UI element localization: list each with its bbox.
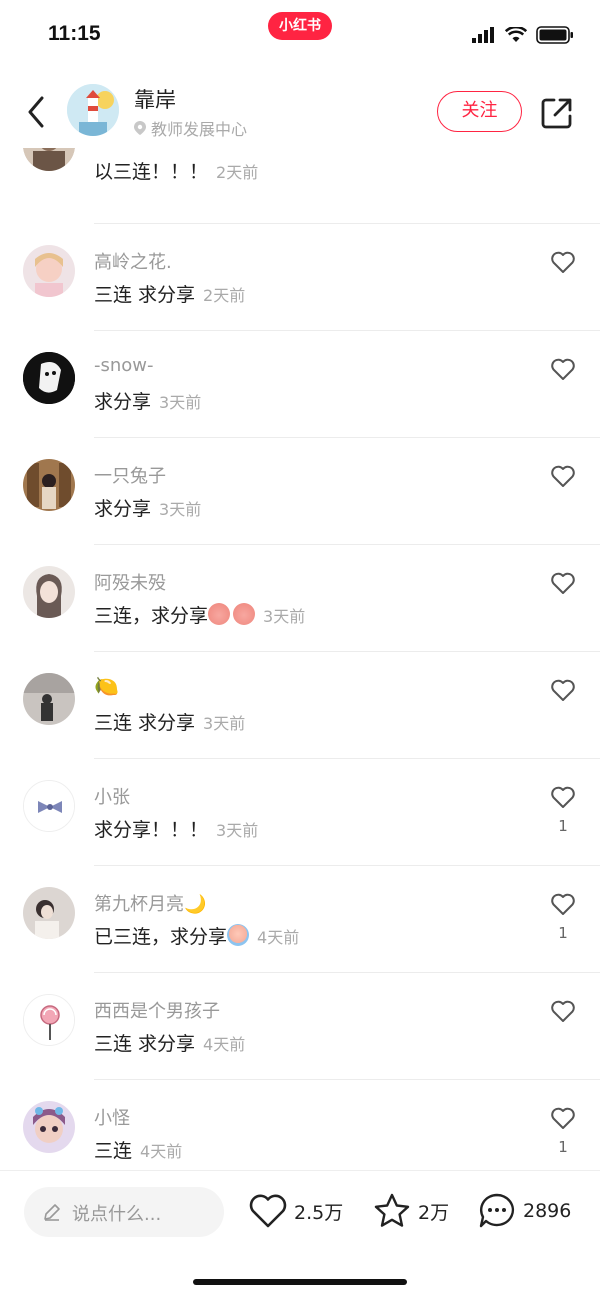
share-icon[interactable]	[540, 96, 574, 130]
heart-icon[interactable]	[550, 357, 576, 381]
commenter-avatar[interactable]	[23, 887, 75, 939]
location-label: 教师发展中心	[151, 120, 248, 139]
comment-time: 2天前	[216, 163, 259, 182]
crying-emoji-icon	[233, 603, 256, 625]
comment-time: 3天前	[216, 821, 259, 840]
heart-icon[interactable]	[550, 250, 576, 274]
comment-item: •• 以三连！！！2天前	[0, 148, 600, 224]
comment-time: 3天前	[263, 607, 306, 626]
author-location: 教师发展中心	[134, 116, 247, 140]
commenter-avatar[interactable]	[23, 994, 75, 1046]
comment-input-placeholder: 说点什么...	[72, 1204, 162, 1225]
comment-item: 高岭之花. 三连 求分享 2天前	[0, 224, 600, 331]
comment-time: 3天前	[159, 500, 202, 519]
commenter-avatar[interactable]	[23, 148, 75, 171]
commenter-avatar[interactable]	[23, 245, 75, 297]
heart-icon[interactable]	[550, 571, 576, 595]
commenter-name[interactable]: 🍋	[94, 674, 119, 698]
comment-item: 小张 求分享！！！ 3天前 1	[0, 759, 600, 866]
heart-icon[interactable]	[550, 785, 576, 809]
comment-text[interactable]: 三连 求分享 4天前	[94, 1029, 245, 1056]
comment-text[interactable]: 求分享！！！ 3天前	[94, 815, 258, 842]
commenter-name[interactable]: 西西是个男孩子	[94, 997, 220, 1023]
back-icon[interactable]	[22, 92, 52, 132]
comment-text[interactable]: 已三连，求分享 4天前	[94, 922, 299, 949]
comment-text[interactable]: 三连 4天前	[94, 1136, 182, 1163]
author-name[interactable]: 靠岸	[134, 84, 176, 114]
location-icon	[134, 121, 146, 135]
comment-count: 2896	[523, 1200, 572, 1222]
comment-item: 小怪 三连 4天前 1	[0, 1080, 600, 1170]
commenter-name[interactable]: -snow-	[94, 355, 154, 376]
commenter-name[interactable]: 第九杯月亮🌙	[94, 890, 206, 916]
comment-input[interactable]: 说点什么...	[24, 1187, 224, 1237]
commenter-name[interactable]: 小怪	[94, 1104, 130, 1130]
crying-emoji-icon	[208, 603, 231, 625]
heart-icon[interactable]	[550, 999, 576, 1023]
like-count: 1	[558, 924, 568, 942]
comment-time: 4天前	[203, 1035, 246, 1054]
commenter-avatar[interactable]	[23, 566, 75, 618]
status-bar: 11:15 小红书	[0, 0, 600, 72]
comment-text[interactable]: 三连 求分享 2天前	[94, 280, 245, 307]
comment-time: 4天前	[140, 1142, 183, 1161]
comment-button[interactable]: 2896	[477, 1191, 571, 1231]
comment-list[interactable]: •• 以三连！！！2天前 高岭之花. 三连 求分享2天前 -snow- 求分享3…	[0, 148, 600, 1170]
commenter-name[interactable]: 阿殁未殁	[94, 569, 166, 595]
commenter-avatar[interactable]	[23, 673, 75, 725]
comment-time: 3天前	[203, 714, 246, 733]
collect-count: 2万	[418, 1201, 450, 1224]
collect-button[interactable]: 2万	[372, 1191, 449, 1231]
like-count: 1	[558, 817, 568, 835]
status-icons	[472, 26, 574, 44]
like-count: 1	[558, 1138, 568, 1156]
commenter-avatar[interactable]	[23, 459, 75, 511]
comment-item: 阿殁未殁 三连，求分享 3天前	[0, 545, 600, 652]
comment-text[interactable]: 以三连！！！ 2天前	[94, 157, 258, 184]
sweat-emoji-icon	[227, 924, 250, 946]
app-badge: 小红书	[268, 12, 332, 40]
heart-icon[interactable]	[550, 1106, 576, 1130]
bottom-action-bar: 说点什么... 2.5万 2万 2896	[0, 1170, 600, 1298]
comment-item: -snow- 求分享 3天前	[0, 331, 600, 438]
commenter-avatar[interactable]	[23, 352, 75, 404]
follow-button[interactable]: 关注	[437, 91, 522, 132]
like-count: 2.5万	[294, 1201, 344, 1224]
heart-icon	[249, 1194, 287, 1228]
comment-item: 🍋 三连 求分享 3天前	[0, 652, 600, 759]
commenter-name[interactable]: 一只兔子	[94, 462, 166, 488]
home-indicator[interactable]	[193, 1279, 407, 1285]
comment-item: 第九杯月亮🌙 已三连，求分享 4天前 1	[0, 866, 600, 973]
heart-icon[interactable]	[550, 892, 576, 916]
heart-icon[interactable]	[550, 464, 576, 488]
comment-time: 3天前	[159, 393, 202, 412]
comment-text[interactable]: 求分享 3天前	[94, 494, 201, 521]
commenter-avatar[interactable]	[23, 780, 75, 832]
comment-text[interactable]: 三连 求分享 3天前	[94, 708, 245, 735]
commenter-name[interactable]: 高岭之花.	[94, 248, 172, 274]
battery-icon	[536, 26, 573, 44]
comment-time: 4天前	[257, 928, 300, 947]
pen-icon	[44, 1204, 60, 1221]
author-avatar[interactable]	[67, 84, 119, 136]
comment-item: 西西是个男孩子 三连 求分享 4天前	[0, 973, 600, 1080]
commenter-name[interactable]: 小张	[94, 783, 130, 809]
status-time: 11:15	[48, 22, 101, 45]
comment-icon	[479, 1193, 515, 1228]
signal-icon	[472, 27, 494, 43]
comment-item: 一只兔子 求分享 3天前	[0, 438, 600, 545]
heart-icon[interactable]	[550, 678, 576, 702]
note-header: 靠岸 教师发展中心 关注	[0, 80, 600, 144]
star-icon	[374, 1193, 410, 1227]
comment-time: 2天前	[203, 286, 246, 305]
like-button[interactable]: 2.5万	[248, 1191, 343, 1231]
wifi-icon	[505, 27, 527, 42]
comment-text[interactable]: 三连，求分享 3天前	[94, 601, 305, 628]
comment-text[interactable]: 求分享 3天前	[94, 387, 201, 414]
commenter-avatar[interactable]	[23, 1101, 75, 1153]
